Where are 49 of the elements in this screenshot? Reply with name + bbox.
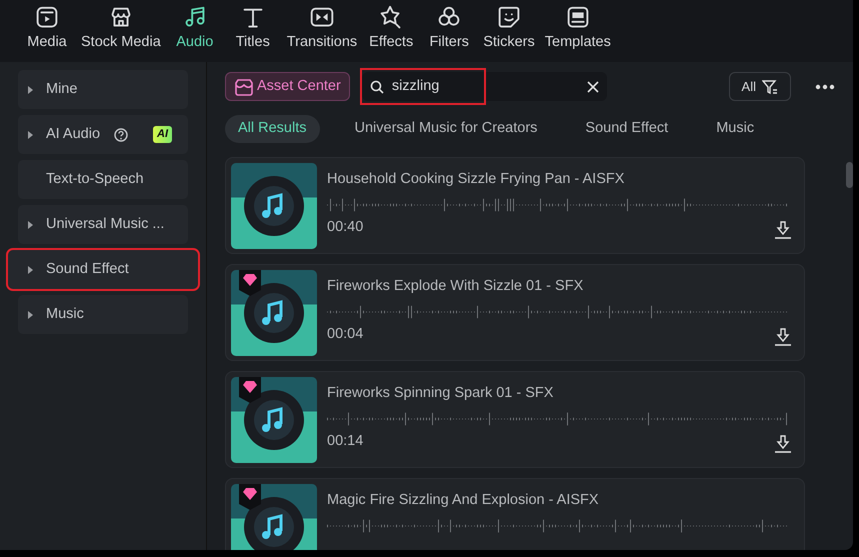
sound-card[interactable]: Fireworks Explode With Sizzle 01 - SFX 00:04 bbox=[225, 264, 805, 361]
toolbar-tab[interactable]: Titles bbox=[224, 0, 282, 62]
toolbar-tab[interactable]: Filters bbox=[420, 0, 478, 62]
sound-title: Fireworks Spinning Spark 01 - SFX bbox=[327, 384, 554, 403]
sound-title: Household Cooking Sizzle Frying Pan - AISFX bbox=[327, 170, 626, 189]
sidebar-item[interactable]: Music bbox=[18, 295, 188, 334]
sound-title: Magic Fire Sizzling And Explosion - AISFX bbox=[327, 490, 600, 510]
duration-text: 00:40 bbox=[327, 218, 364, 236]
sound-title: Fireworks Explode With Sizzle 01 - SFX bbox=[327, 276, 584, 296]
toolbar-tab[interactable]: Stickers bbox=[478, 0, 540, 62]
download-icon bbox=[774, 220, 792, 239]
category-tab[interactable]: Universal Music for Creators bbox=[342, 115, 550, 143]
download-button[interactable] bbox=[774, 434, 792, 453]
duration-text: 00:14 bbox=[327, 432, 364, 450]
scrollbar-thumb[interactable] bbox=[846, 162, 853, 188]
category-tab[interactable]: Sound Effect bbox=[572, 115, 682, 143]
toolbar-tab[interactable]: Stock Media bbox=[76, 0, 166, 62]
category-tab[interactable]: All Results bbox=[225, 115, 320, 143]
filter-button[interactable]: All bbox=[728, 72, 791, 101]
music-disc-icon bbox=[242, 174, 306, 238]
help-icon[interactable] bbox=[114, 128, 128, 142]
download-icon bbox=[774, 434, 792, 453]
ai-badge: AI bbox=[153, 126, 172, 143]
sidebar-item[interactable]: Mine bbox=[18, 70, 188, 109]
toolbar-tab[interactable]: Media bbox=[18, 0, 76, 62]
sidebar-item[interactable]: Text-to-Speech bbox=[18, 160, 188, 199]
toolbar-tab[interactable]: Audio bbox=[166, 0, 224, 62]
music-disc-icon bbox=[242, 280, 306, 345]
download-button[interactable] bbox=[774, 328, 792, 346]
close-icon[interactable] bbox=[586, 80, 599, 92]
download-icon bbox=[774, 328, 792, 346]
sidebar-item[interactable]: Universal Music ... bbox=[18, 205, 188, 244]
filter-icon bbox=[762, 78, 778, 94]
sidebar-item[interactable]: Sound Effect bbox=[8, 250, 198, 289]
download-button[interactable] bbox=[774, 220, 792, 239]
sound-card[interactable]: Household Cooking Sizzle Frying Pan - AISFX 00:40 bbox=[225, 156, 805, 254]
music-disc-icon bbox=[242, 388, 306, 452]
duration-text: 00:04 bbox=[327, 324, 364, 344]
toolbar-tab[interactable]: Effects bbox=[362, 0, 420, 62]
sound-card[interactable]: Fireworks Spinning Spark 01 - SFX 00:14 bbox=[225, 370, 805, 468]
asset-center-button[interactable]: Asset Center bbox=[225, 72, 350, 101]
category-tab[interactable]: Music bbox=[703, 115, 768, 143]
sidebar-item[interactable]: AI Audio AI bbox=[18, 115, 188, 154]
box-icon bbox=[234, 78, 254, 96]
toolbar-tab[interactable]: Transitions bbox=[282, 0, 362, 62]
toolbar-tab[interactable]: Templates bbox=[540, 0, 616, 62]
search-icon bbox=[370, 80, 384, 94]
more-icon[interactable] bbox=[815, 84, 835, 90]
sound-card[interactable]: Magic Fire Sizzling And Explosion - AISFX bbox=[225, 478, 805, 550]
